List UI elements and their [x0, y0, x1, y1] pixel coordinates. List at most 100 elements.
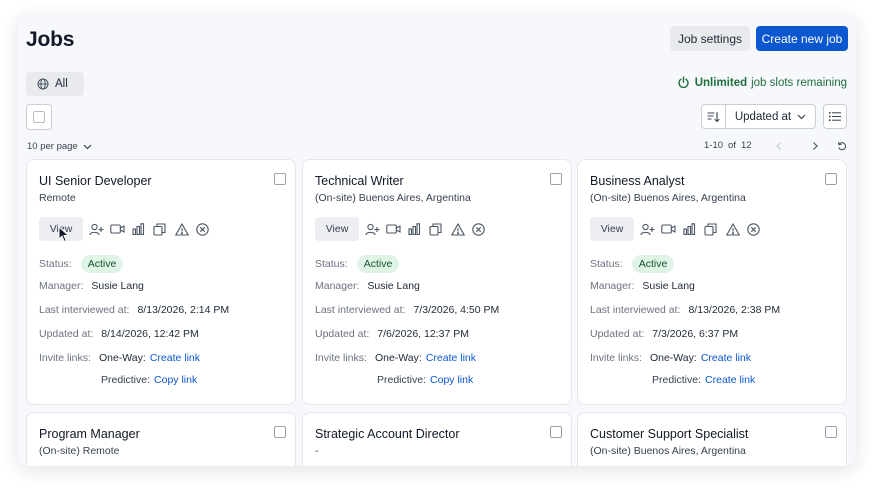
job-title: Program Manager: [39, 427, 140, 441]
job-slots-status: Unlimited job slots remaining: [677, 76, 847, 89]
one-way-link[interactable]: Create link: [150, 352, 200, 364]
manager-label: Manager:: [315, 280, 360, 292]
select-all-box: [33, 111, 45, 123]
job-settings-button[interactable]: Job settings: [670, 26, 750, 51]
add-candidate-icon[interactable]: [365, 221, 386, 237]
warning-icon[interactable]: [174, 221, 196, 237]
list-view-button[interactable]: [823, 104, 847, 129]
globe-icon: [37, 78, 49, 90]
create-new-job-button[interactable]: Create new job: [756, 26, 848, 51]
job-select-checkbox[interactable]: [274, 173, 286, 185]
invite-links-label: Invite links:: [315, 352, 367, 364]
close-circle-icon[interactable]: [747, 221, 768, 237]
sort-field-select[interactable]: Updated at: [726, 105, 815, 128]
predictive-field: Predictive: Create link: [652, 374, 755, 386]
job-card[interactable]: Program Manager (On-site) Remote: [26, 412, 296, 466]
analytics-icon[interactable]: [683, 221, 704, 237]
status-field: Status: Active: [39, 255, 124, 273]
updated-value: 7/3/2026, 6:37 PM: [652, 328, 739, 340]
job-select-checkbox[interactable]: [825, 173, 837, 185]
video-icon[interactable]: [386, 221, 407, 237]
per-page-select[interactable]: 10 per page: [27, 141, 92, 152]
sort-descending-icon: [707, 111, 720, 122]
duplicate-icon[interactable]: [429, 221, 450, 237]
last-interviewed-label: Last interviewed at:: [39, 304, 130, 316]
job-card[interactable]: Strategic Account Director -: [302, 412, 572, 466]
job-title: Customer Support Specialist: [590, 427, 749, 441]
warning-icon[interactable]: [450, 221, 472, 237]
duplicate-icon[interactable]: [153, 221, 174, 237]
job-actions: [365, 221, 493, 237]
manager-field: Manager: Susie Lang: [315, 280, 420, 292]
job-select-checkbox[interactable]: [550, 173, 562, 185]
add-candidate-icon[interactable]: [640, 221, 661, 237]
last-interviewed-label: Last interviewed at:: [590, 304, 681, 316]
chevron-down-icon: [797, 114, 806, 119]
updated-field: Updated at: 8/14/2026, 12:42 PM: [39, 328, 199, 340]
video-icon[interactable]: [110, 221, 131, 237]
job-location: (On-site) Buenos Aires, Argentina: [315, 192, 471, 204]
predictive-label: Predictive:: [377, 374, 427, 386]
warning-icon[interactable]: [725, 221, 747, 237]
analytics-icon[interactable]: [132, 221, 153, 237]
one-way-label: One-Way:: [98, 352, 146, 364]
job-location: Remote: [39, 192, 76, 204]
one-way-link[interactable]: Create link: [426, 352, 476, 364]
add-candidate-icon[interactable]: [89, 221, 110, 237]
view-job-button[interactable]: View: [315, 217, 359, 241]
last-interviewed-field: Last interviewed at: 8/13/2026, 2:14 PM: [39, 304, 229, 316]
pagination-total: 12: [740, 140, 752, 151]
video-icon[interactable]: [661, 221, 682, 237]
job-card[interactable]: Business Analyst (On-site) Buenos Aires,…: [577, 159, 847, 405]
filter-all-chip[interactable]: All: [26, 72, 84, 96]
job-location: -: [315, 445, 319, 457]
last-interviewed-field: Last interviewed at: 7/3/2026, 4:50 PM: [315, 304, 499, 316]
one-way-label: One-Way:: [649, 352, 697, 364]
close-circle-icon[interactable]: [472, 221, 493, 237]
updated-field: Updated at: 7/6/2026, 12:37 PM: [315, 328, 469, 340]
one-way-label: One-Way:: [374, 352, 422, 364]
app-window: Jobs Job settings Create new job All Unl…: [18, 14, 856, 466]
status-label: Status:: [590, 258, 623, 270]
job-location: (On-site) Buenos Aires, Argentina: [590, 192, 746, 204]
one-way-link[interactable]: Create link: [701, 352, 751, 364]
job-title: Technical Writer: [315, 174, 404, 188]
manager-field: Manager: Susie Lang: [39, 280, 144, 292]
updated-value: 8/14/2026, 12:42 PM: [101, 328, 199, 340]
status-badge: Active: [356, 255, 400, 273]
close-circle-icon[interactable]: [196, 221, 217, 237]
invite-links-label: Invite links:: [39, 352, 91, 364]
analytics-icon[interactable]: [408, 221, 429, 237]
status-badge: Active: [631, 255, 675, 273]
predictive-link[interactable]: Copy link: [430, 374, 473, 386]
job-card[interactable]: Technical Writer (On-site) Buenos Aires,…: [302, 159, 572, 405]
per-page-label: 10 per page: [27, 141, 78, 152]
select-all-checkbox[interactable]: [26, 104, 52, 130]
job-card[interactable]: Customer Support Specialist (On-site) Bu…: [577, 412, 847, 466]
refresh-icon[interactable]: [837, 141, 847, 151]
duplicate-icon[interactable]: [704, 221, 725, 237]
job-select-checkbox[interactable]: [825, 426, 837, 438]
last-interviewed-value: 7/3/2026, 4:50 PM: [413, 304, 500, 316]
chevron-left-icon[interactable]: [774, 141, 784, 151]
sort-control: Updated at: [701, 104, 816, 129]
last-interviewed-value: 8/13/2026, 2:38 PM: [688, 304, 781, 316]
job-card[interactable]: UI Senior Developer Remote View Status: …: [26, 159, 296, 405]
predictive-link[interactable]: Copy link: [154, 374, 197, 386]
view-job-button[interactable]: View: [590, 217, 634, 241]
page-title: Jobs: [26, 28, 75, 51]
job-actions: [640, 221, 768, 237]
last-interviewed-label: Last interviewed at:: [315, 304, 406, 316]
job-title: Business Analyst: [590, 174, 685, 188]
job-select-checkbox[interactable]: [274, 426, 286, 438]
chevron-right-icon[interactable]: [810, 141, 820, 151]
predictive-link[interactable]: Create link: [705, 374, 755, 386]
sort-field-label: Updated at: [734, 110, 792, 123]
predictive-field: Predictive: Copy link: [377, 374, 473, 386]
sort-direction-button[interactable]: [702, 105, 726, 128]
predictive-label: Predictive:: [101, 374, 151, 386]
status-field: Status: Active: [315, 255, 400, 273]
manager-value: Susie Lang: [367, 280, 420, 292]
job-select-checkbox[interactable]: [550, 426, 562, 438]
power-icon: [678, 76, 689, 89]
